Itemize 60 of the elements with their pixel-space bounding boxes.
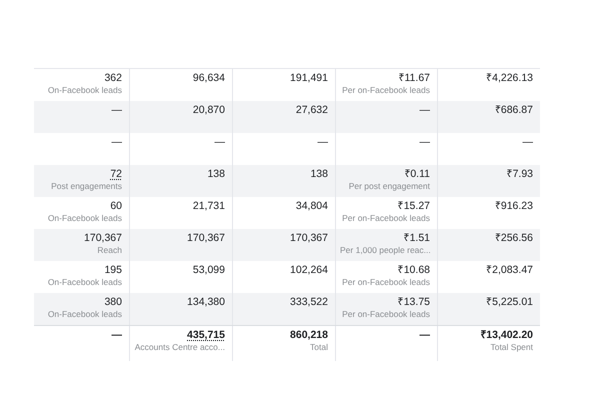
cell-value: 21,731: [192, 200, 225, 212]
cell-value: ₹11.67: [398, 72, 430, 84]
cell-value: —: [522, 136, 533, 148]
cell-value: ₹916.23: [494, 200, 533, 212]
cell-value: 435,715: [186, 329, 225, 342]
cell-caption: Total: [309, 343, 328, 353]
cell-value: —: [316, 136, 328, 148]
cell-value: 53,099: [192, 264, 225, 276]
cell-value: ₹13,402.20: [479, 329, 533, 342]
cell-caption: Reach: [96, 246, 122, 256]
cell-value: —: [418, 136, 430, 148]
cell-value: 60: [109, 200, 122, 212]
cell-value: 195: [103, 264, 122, 276]
cell-value: —: [418, 104, 430, 116]
cell-caption: Per on-Facebook leads: [341, 86, 430, 96]
cell-value: ₹686.87: [494, 104, 533, 116]
cell-value: 72: [109, 168, 122, 180]
cell-value: 138: [309, 168, 328, 180]
cell-value: 134,380: [186, 296, 225, 308]
cell-value: 138: [206, 168, 225, 180]
cell-value: ₹0.11: [403, 168, 430, 180]
cell-caption: Accounts Centre acco...: [134, 343, 225, 353]
cell-value: ₹13.75: [396, 296, 430, 308]
cell-value: 20,870: [192, 104, 225, 116]
cell-value: 860,218: [289, 329, 328, 342]
cell-value: ₹5,225.01: [485, 296, 533, 308]
cell-value: 170,367: [83, 232, 122, 244]
cell-caption: On-Facebook leads: [46, 278, 122, 288]
cell-caption: On-Facebook leads: [46, 214, 122, 224]
cell-caption: On-Facebook leads: [46, 310, 122, 320]
cell-caption: Per on-Facebook leads: [341, 278, 430, 288]
cell-value: 362: [103, 72, 122, 84]
cell-value: 191,491: [289, 72, 328, 84]
cell-value: ₹7.93: [506, 168, 533, 180]
cell-value: 96,634: [192, 72, 225, 84]
cell-value: ₹1.51: [402, 232, 430, 244]
cell-value: 333,522: [289, 296, 328, 308]
cell-caption: Total Spent: [489, 343, 533, 353]
cell-caption: Per 1,000 people reac...: [340, 246, 430, 256]
cell-caption: On-Facebook leads: [46, 86, 122, 96]
cell-value: 34,804: [294, 200, 328, 212]
cell-value: 170,367: [186, 232, 225, 244]
cell-value: —: [214, 136, 225, 148]
cell-value: 380: [103, 296, 122, 308]
cell-value: —: [110, 136, 122, 148]
cell-value: ₹2,083.47: [485, 264, 533, 276]
cell-value: 102,264: [289, 264, 328, 276]
cell-value: ₹256.56: [494, 232, 533, 244]
cell-caption: Post engagements: [50, 182, 122, 192]
cell-value: 27,632: [294, 104, 328, 116]
cell-value: —: [110, 104, 122, 116]
cell-caption: Per on-Facebook leads: [341, 214, 430, 224]
cell-value: ₹4,226.13: [485, 72, 533, 84]
cell-caption: Per post engagement: [348, 182, 430, 192]
cell-value: 170,367: [289, 232, 328, 244]
cell-value: ₹15.27: [396, 200, 430, 212]
cell-value: —: [110, 329, 122, 342]
cell-value: ₹10.68: [396, 264, 430, 276]
cell-caption: Per on-Facebook leads: [341, 310, 430, 320]
cell-value: —: [418, 329, 430, 342]
